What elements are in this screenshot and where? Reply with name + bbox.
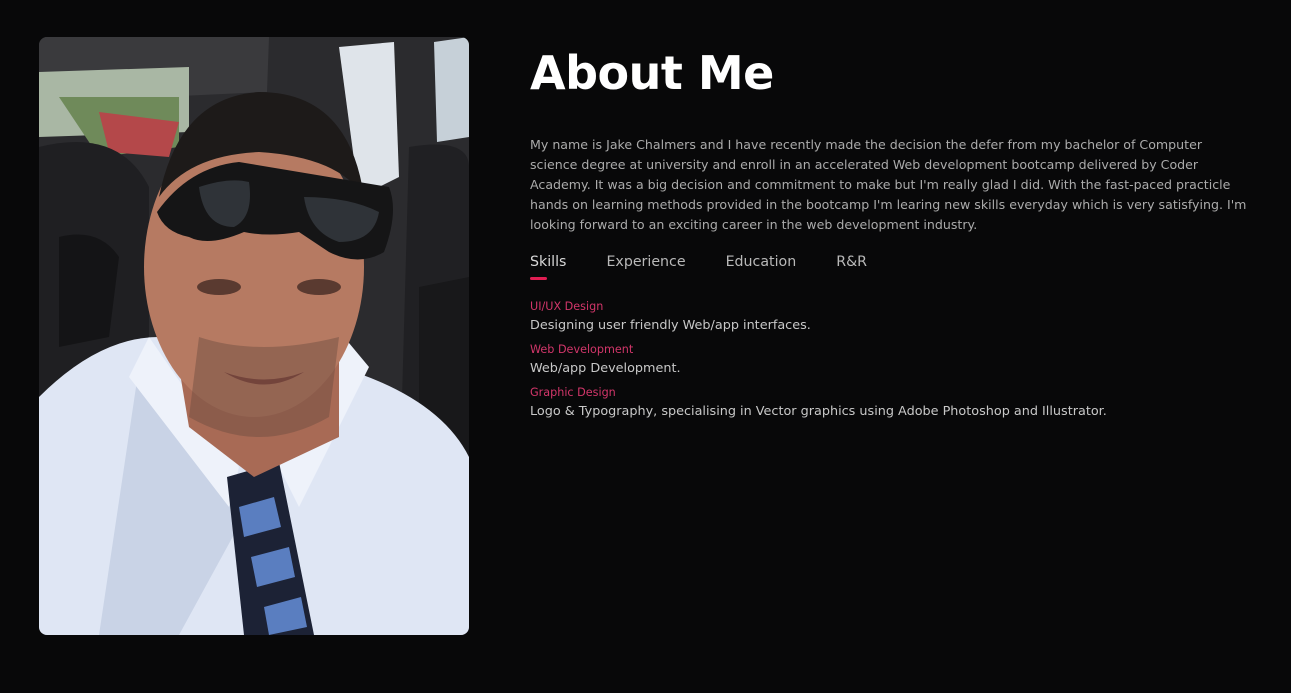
- tab-label: Skills: [530, 254, 567, 270]
- skill-item: Graphic Design Logo & Typography, specia…: [530, 385, 1255, 422]
- tab-label: Education: [725, 254, 797, 270]
- tab-skills[interactable]: Skills: [530, 252, 567, 280]
- about-section: About Me My name is Jake Chalmers and I …: [0, 0, 1291, 693]
- active-tab-indicator: [530, 277, 547, 280]
- bio-paragraph: My name is Jake Chalmers and I have rece…: [530, 137, 1247, 232]
- about-content: About Me My name is Jake Chalmers and I …: [530, 40, 1255, 428]
- profile-photo-illustration: [39, 37, 469, 635]
- tab-label: R&R: [836, 254, 867, 270]
- skill-name: UI/UX Design: [530, 300, 604, 313]
- skill-item: Web Development Web/app Development.: [530, 342, 1255, 379]
- tab-rr[interactable]: R&R: [836, 252, 867, 272]
- skill-description: Logo & Typography, specialising in Vecto…: [530, 404, 1107, 419]
- skill-item: UI/UX Design Designing user friendly Web…: [530, 299, 1255, 336]
- skill-name: Web Development: [530, 343, 634, 356]
- skill-description: Web/app Development.: [530, 361, 681, 376]
- profile-photo: [39, 37, 469, 635]
- tab-experience[interactable]: Experience: [606, 252, 685, 272]
- page-title: About Me: [530, 46, 774, 100]
- skill-description: Designing user friendly Web/app interfac…: [530, 318, 811, 333]
- tab-education[interactable]: Education: [726, 252, 797, 272]
- tab-label: Experience: [606, 254, 686, 270]
- skill-name: Graphic Design: [530, 386, 616, 399]
- tab-bar: Skills Experience Education R&R: [530, 252, 1255, 280]
- skills-panel: UI/UX Design Designing user friendly Web…: [530, 299, 1255, 422]
